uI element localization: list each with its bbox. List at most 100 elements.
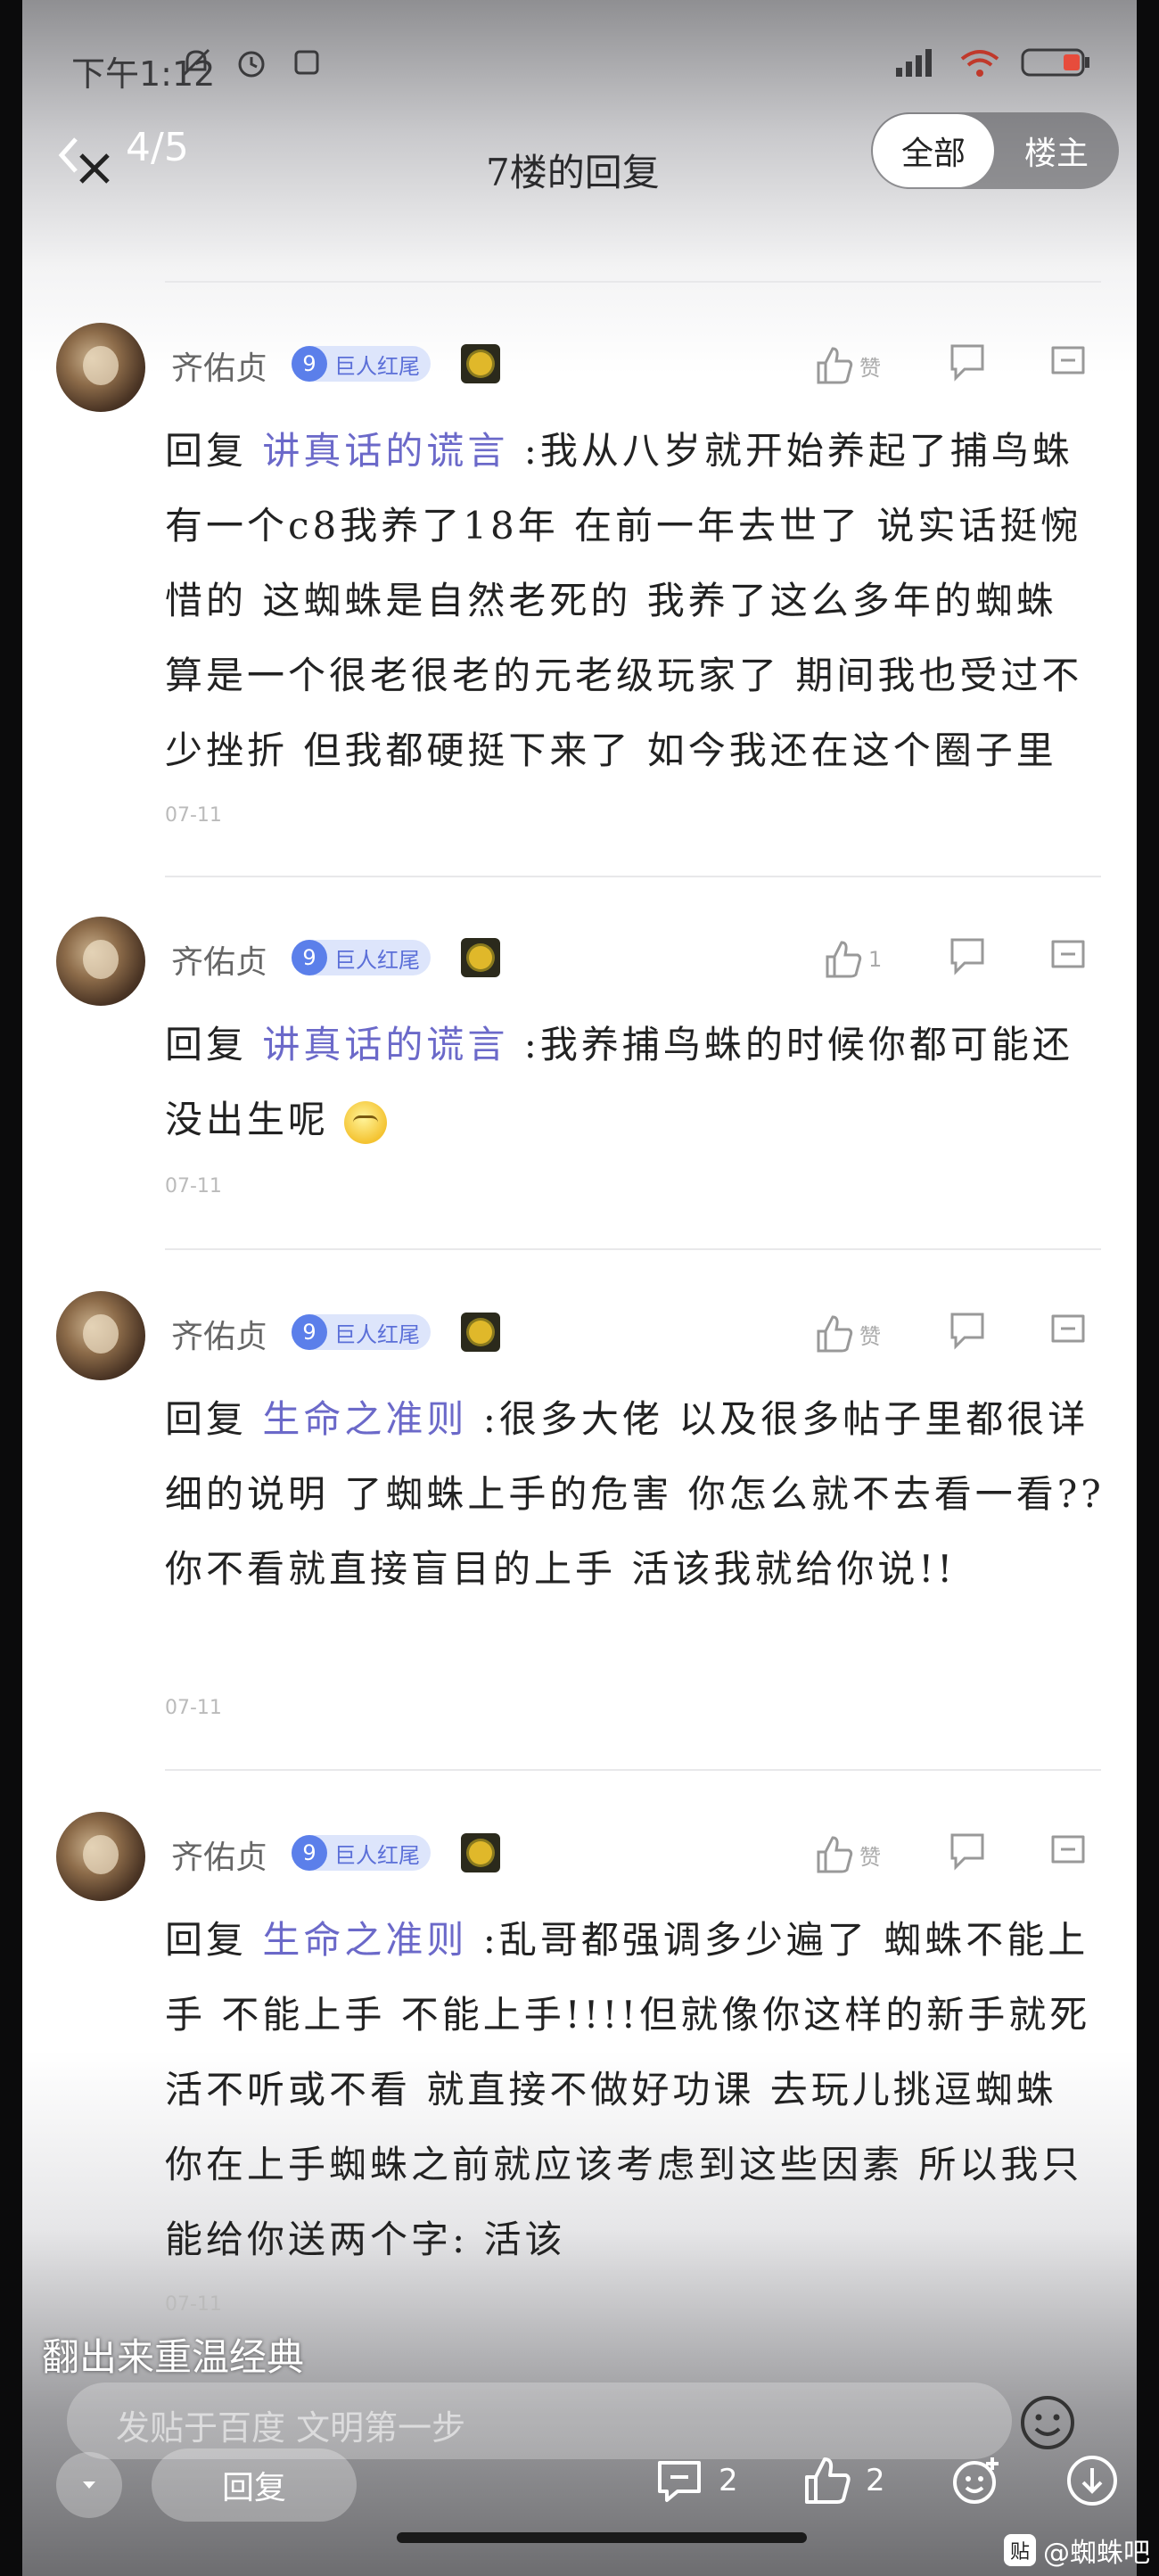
timestamp: 07-11 — [165, 1697, 222, 1719]
reply-content: 回复 讲真话的谎言 :我养捕鸟蛛的时候你都可能还没出生呢 — [165, 1008, 1110, 1157]
reply-icon[interactable] — [945, 339, 999, 392]
level-badge: 9 巨人红尾 — [292, 1835, 431, 1871]
medal-icon — [461, 1313, 500, 1352]
like-count: 1 — [868, 947, 883, 972]
reply-button[interactable]: 回复 — [152, 2448, 357, 2522]
thumbs-up-icon — [817, 1315, 853, 1353]
level-number: 9 — [292, 940, 327, 975]
like-count: 2 — [866, 2463, 885, 2498]
thumbs-up-icon — [826, 941, 862, 978]
medal-icon — [461, 1833, 500, 1872]
reply-content: 回复 生命之准则 :乱哥都强调多少遍了 蜘蛛不能上手 不能上手 不能上手!!!!… — [165, 1903, 1110, 2277]
badge-name: 巨人红尾 — [334, 1321, 420, 1347]
video-caption: 翻出来重温经典 — [42, 2335, 305, 2379]
badge-name: 巨人红尾 — [334, 947, 420, 973]
bottom-action-bar: 回复 2 2 — [22, 2443, 1137, 2523]
reply-prefix: 回复 — [165, 1918, 248, 1962]
timestamp: 07-11 — [165, 804, 222, 827]
reply-target-link[interactable]: 生命之准则 — [262, 1397, 467, 1441]
username[interactable]: 齐佑贞 — [171, 1831, 267, 1878]
nav-bar: 4/5 7楼的回复 全部 楼主 — [22, 107, 1137, 205]
more-icon[interactable] — [1046, 1828, 1099, 1881]
comment-action[interactable]: 2 — [651, 2452, 738, 2509]
app-notification-icon — [289, 45, 325, 80]
divider — [165, 876, 1101, 877]
medal-icon — [461, 938, 500, 977]
comment-count: 2 — [719, 2463, 738, 2498]
reply-icon[interactable] — [945, 1828, 999, 1881]
watermark: 贴 @蜘蛛吧 — [1004, 2531, 1150, 2570]
status-bar: 下午1:12 — [22, 36, 1137, 107]
like-label: 赞 — [859, 355, 881, 381]
home-indicator[interactable] — [397, 2532, 807, 2543]
medal-icon — [461, 344, 500, 383]
badge-name: 巨人红尾 — [334, 1842, 420, 1868]
divider — [165, 281, 1101, 283]
username[interactable]: 齐佑贞 — [171, 936, 267, 983]
thumbs-up-icon — [817, 347, 853, 384]
phone-screen: 下午1:12 4/5 7楼的回复 全部 楼主 齐佑贞 9 巨人红尾 赞 回复 讲… — [22, 0, 1137, 2576]
alarm-icon — [234, 45, 269, 80]
reply-prefix: 回复 — [165, 1397, 248, 1441]
like-button[interactable]: 赞 — [811, 1307, 900, 1361]
signal-icon — [892, 45, 939, 80]
mute-icon — [178, 45, 214, 80]
page-title: 7楼的回复 — [486, 151, 660, 194]
avatar[interactable] — [56, 323, 145, 412]
badge-name: 巨人红尾 — [334, 353, 420, 379]
thumbs-up-icon — [817, 1836, 853, 1873]
watermark-text: @蜘蛛吧 — [1043, 2538, 1150, 2569]
reply-text: :我从八岁就开始养起了捕鸟蛛 有一个c8我养了18年 在前一年去世了 说实话挺惋… — [165, 429, 1083, 772]
more-icon[interactable] — [1046, 933, 1099, 986]
reply-target-link[interactable]: 生命之准则 — [262, 1918, 467, 1962]
reply-text: :乱哥都强调多少遍了 蜘蛛不能上手 不能上手 不能上手!!!!但就像你这样的新手… — [165, 1918, 1091, 2261]
add-emoji-icon[interactable] — [948, 2452, 1005, 2509]
reply-content: 回复 生命之准则 :很多大佬 以及很多帖子里都很详细的说明 了蜘蛛上手的危害 你… — [165, 1382, 1110, 1607]
timestamp: 07-11 — [165, 1175, 222, 1197]
battery-icon — [1021, 45, 1092, 80]
level-badge: 9 巨人红尾 — [292, 940, 431, 975]
comment-icon — [658, 2461, 701, 2502]
reply-prefix: 回复 — [165, 1023, 248, 1066]
level-number: 9 — [292, 1314, 327, 1350]
reply-target-link[interactable]: 讲真话的谎言 — [262, 1023, 508, 1066]
reply-icon[interactable] — [945, 933, 999, 986]
timestamp: 07-11 — [165, 2293, 222, 2316]
divider — [165, 1248, 1101, 1250]
tab-all[interactable]: 全部 — [873, 114, 994, 187]
more-icon[interactable] — [1046, 339, 1099, 392]
level-badge: 9 巨人红尾 — [292, 346, 431, 382]
level-number: 9 — [292, 1835, 327, 1871]
divider — [165, 1769, 1101, 1771]
more-icon[interactable] — [1046, 1307, 1099, 1361]
close-icon[interactable] — [49, 119, 129, 200]
download-icon[interactable] — [1064, 2452, 1121, 2509]
page-counter: 4/5 — [126, 125, 189, 170]
collapse-button[interactable] — [56, 2452, 122, 2518]
chevron-down-icon — [83, 2481, 95, 2489]
reply-icon[interactable] — [945, 1307, 999, 1361]
thumbs-up-icon — [805, 2457, 851, 2504]
avatar[interactable] — [56, 917, 145, 1006]
like-button[interactable]: 1 — [820, 933, 909, 986]
avatar[interactable] — [56, 1812, 145, 1901]
like-button[interactable]: 赞 — [811, 339, 900, 392]
like-action[interactable]: 2 — [798, 2452, 885, 2509]
reply-prefix: 回复 — [165, 429, 248, 473]
tieba-logo-icon: 贴 — [1004, 2534, 1036, 2566]
smiley-emoji-icon — [344, 1101, 388, 1144]
reply-target-link[interactable]: 讲真话的谎言 — [262, 429, 508, 473]
avatar[interactable] — [56, 1291, 145, 1380]
like-label: 赞 — [859, 1844, 881, 1870]
level-badge: 9 巨人红尾 — [292, 1314, 431, 1350]
username[interactable]: 齐佑贞 — [171, 342, 267, 389]
reply-content: 回复 讲真话的谎言 :我从八岁就开始养起了捕鸟蛛 有一个c8我养了18年 在前一… — [165, 414, 1110, 788]
like-button[interactable]: 赞 — [811, 1828, 900, 1881]
level-number: 9 — [292, 346, 327, 382]
username[interactable]: 齐佑贞 — [171, 1311, 267, 1357]
like-label: 赞 — [859, 1323, 881, 1349]
wifi-icon — [958, 45, 1001, 80]
input-placeholder: 发贴于百度 文明第一步 — [116, 2408, 466, 2448]
filter-segment: 全部 楼主 — [871, 112, 1119, 189]
tab-owner-only[interactable]: 楼主 — [996, 114, 1117, 187]
